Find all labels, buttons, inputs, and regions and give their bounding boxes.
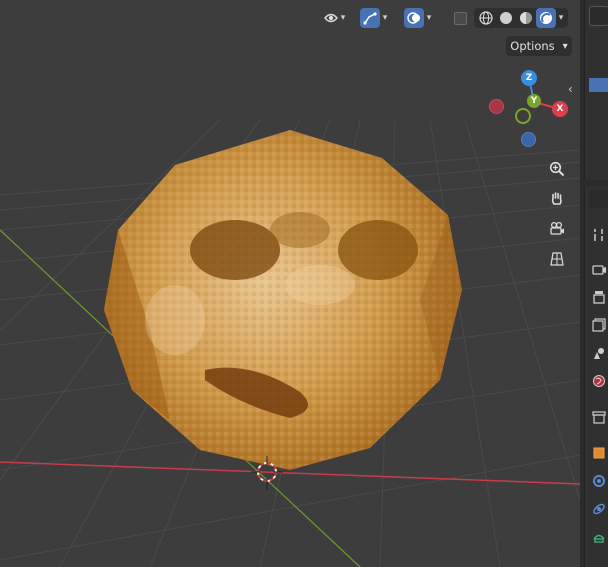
outliner-editor-icon[interactable] xyxy=(589,6,608,26)
wireframe-shading-icon[interactable] xyxy=(476,8,496,28)
gizmo-toggle[interactable]: ▾ xyxy=(360,8,390,28)
pan-hand-icon xyxy=(551,192,562,205)
material-preview-icon[interactable] xyxy=(516,8,536,28)
sidebar-toggle-icon[interactable]: ‹ xyxy=(568,82,573,96)
chevron-down-icon: ▾ xyxy=(558,13,564,23)
object-tab-icon[interactable] xyxy=(590,444,608,462)
scene-tab-icon[interactable] xyxy=(590,344,608,362)
options-dropdown[interactable]: Options ▾ xyxy=(506,36,572,56)
overlays-icon xyxy=(404,8,424,28)
solid-shading-icon[interactable] xyxy=(496,8,516,28)
ortho-toggle-button[interactable] xyxy=(544,246,570,272)
xray-icon xyxy=(450,8,470,28)
chevron-down-icon: ▾ xyxy=(340,13,346,23)
axis-neg-y-button[interactable] xyxy=(515,108,531,124)
rendered-shading-icon[interactable] xyxy=(536,8,556,28)
zoom-icon xyxy=(549,161,565,177)
collection-tab-icon[interactable] xyxy=(590,408,608,426)
physics-tab-icon[interactable] xyxy=(590,500,608,518)
camera-view-icon xyxy=(550,221,564,235)
gizmo-icon xyxy=(360,8,380,28)
chevron-down-icon: ▾ xyxy=(562,40,568,52)
navigation-gizmo[interactable]: Z Y X xyxy=(486,66,576,152)
outliner-panel-edge xyxy=(584,0,608,180)
axis-z-button[interactable]: Z xyxy=(521,70,537,86)
zoom-button[interactable] xyxy=(544,156,570,182)
axis-z-label: Z xyxy=(525,73,533,83)
axis-neg-z-button[interactable] xyxy=(521,132,536,147)
3d-viewport[interactable]: ▾ ▾ ▾ ▾ Options ▾ Z Y X ‹ xyxy=(0,0,580,567)
chevron-down-icon: ▾ xyxy=(382,13,388,23)
eye-icon xyxy=(324,11,338,25)
modifier-tab-icon[interactable] xyxy=(590,472,608,490)
axis-y-button[interactable]: Y xyxy=(527,94,541,108)
outliner-selected-row[interactable] xyxy=(589,78,608,92)
overlays-toggle[interactable]: ▾ xyxy=(404,8,434,28)
axis-x-button[interactable]: X xyxy=(552,101,568,117)
output-tab-icon[interactable] xyxy=(590,288,608,306)
visibility-dropdown[interactable]: ▾ xyxy=(324,8,348,28)
axis-x-label: X xyxy=(556,104,564,114)
xray-toggle[interactable] xyxy=(450,8,470,28)
world-tab-icon[interactable] xyxy=(590,372,608,390)
tool-tab-icon[interactable] xyxy=(590,226,608,244)
textured-sphere[interactable] xyxy=(104,130,462,470)
options-label: Options xyxy=(510,39,555,53)
axis-neg-x-button[interactable] xyxy=(489,99,504,114)
axis-y-label: Y xyxy=(530,96,538,106)
chevron-down-icon: ▾ xyxy=(426,13,432,23)
pan-button[interactable] xyxy=(544,186,570,212)
constraint-tab-icon[interactable] xyxy=(590,528,608,546)
camera-view-button[interactable] xyxy=(544,216,570,242)
shading-mode-group[interactable]: ▾ xyxy=(474,8,568,28)
ortho-grid-icon xyxy=(550,252,564,266)
render-tab-icon[interactable] xyxy=(590,260,608,278)
view-layer-tab-icon[interactable] xyxy=(590,316,608,334)
properties-editor-icon[interactable] xyxy=(589,190,608,208)
